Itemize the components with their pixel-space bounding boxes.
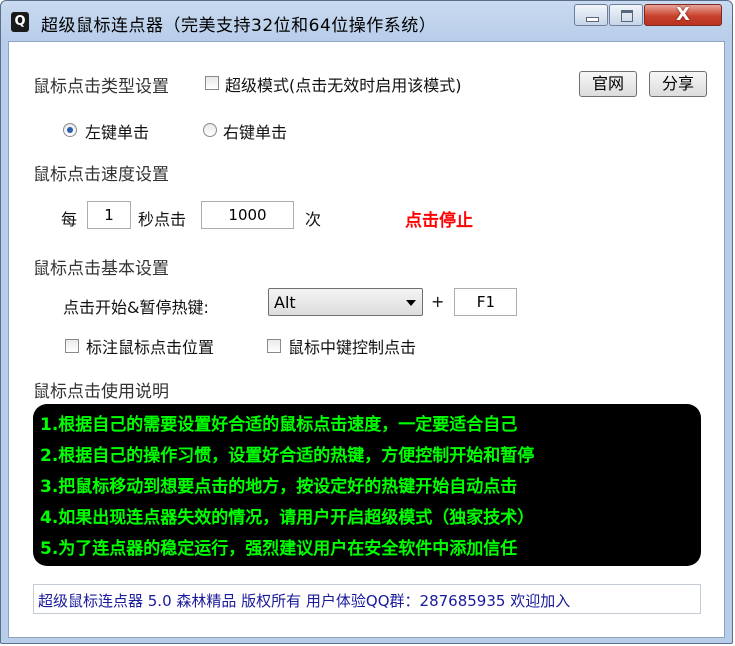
middle-button-checkbox[interactable] bbox=[267, 339, 281, 353]
mark-position-label: 标注鼠标点击位置 bbox=[86, 338, 215, 357]
right-click-label: 右键单击 bbox=[223, 123, 288, 142]
instruction-line: 1.根据自己的需要设置好合适的鼠标点击速度，一定要适合自己 bbox=[40, 415, 518, 435]
speed-section-title: 鼠标点击速度设置 bbox=[33, 165, 169, 185]
seconds-input[interactable]: 1 bbox=[87, 201, 131, 229]
maximize-icon bbox=[621, 10, 633, 22]
close-button[interactable]: X bbox=[644, 4, 722, 26]
super-mode-checkbox[interactable] bbox=[205, 76, 219, 90]
title-bar[interactable]: Q 超级鼠标连点器（完美支持32位和64位操作系统） X bbox=[1, 1, 732, 41]
click-type-section-title: 鼠标点击类型设置 bbox=[33, 77, 169, 97]
instruction-line: 5.为了连点器的稳定运行，强烈建议用户在安全软件中添加信任 bbox=[40, 539, 518, 559]
stop-click-link[interactable]: 点击停止 bbox=[405, 206, 473, 231]
instructions-panel: 1.根据自己的需要设置好合适的鼠标点击速度，一定要适合自己 2.根据自己的操作习… bbox=[33, 404, 701, 566]
per-label: 每 bbox=[61, 210, 78, 229]
middle-button-label: 鼠标中键控制点击 bbox=[288, 338, 417, 357]
hotkey-modifier-select[interactable]: Alt bbox=[268, 288, 423, 316]
maximize-button[interactable] bbox=[609, 4, 643, 26]
client-area: 鼠标点击类型设置 超级模式(点击无效时启用该模式) 官网 分享 左键单击 右键单… bbox=[8, 41, 725, 638]
hotkey-modifier-value: Alt bbox=[274, 293, 296, 312]
mark-position-checkbox[interactable] bbox=[65, 339, 79, 353]
status-bar: 超级鼠标连点器 5.0 森林精品 版权所有 用户体验QQ群：287685935 … bbox=[33, 584, 701, 614]
clicks-input[interactable]: 1000 bbox=[201, 201, 294, 229]
instruction-line: 2.根据自己的操作习惯，设置好合适的热键，方便控制开始和暂停 bbox=[40, 446, 535, 466]
official-site-button[interactable]: 官网 bbox=[579, 71, 637, 97]
window-title: 超级鼠标连点器（完美支持32位和64位操作系统） bbox=[41, 16, 437, 36]
chevron-down-icon bbox=[406, 300, 416, 306]
right-click-radio[interactable] bbox=[203, 123, 217, 137]
minimize-button[interactable] bbox=[574, 4, 608, 26]
left-click-radio[interactable] bbox=[63, 123, 77, 137]
plus-label: + bbox=[431, 292, 445, 311]
left-click-label: 左键单击 bbox=[85, 123, 150, 142]
times-label: 次 bbox=[305, 210, 322, 229]
super-mode-label: 超级模式(点击无效时启用该模式) bbox=[225, 76, 462, 95]
share-button[interactable]: 分享 bbox=[649, 71, 707, 97]
seconds-label: 秒点击 bbox=[138, 210, 187, 229]
minimize-icon bbox=[586, 17, 599, 22]
instructions-section-title: 鼠标点击使用说明 bbox=[33, 382, 169, 402]
hotkey-label: 点击开始&暂停热键: bbox=[63, 298, 209, 317]
close-icon: X bbox=[676, 4, 690, 25]
status-text: 超级鼠标连点器 5.0 森林精品 版权所有 用户体验QQ群：287685935 … bbox=[38, 592, 571, 610]
app-icon: Q bbox=[11, 12, 29, 32]
instruction-line: 3.把鼠标移动到想要点击的地方，按设定好的热键开始自动点击 bbox=[40, 477, 518, 497]
app-window: Q 超级鼠标连点器（完美支持32位和64位操作系统） X 鼠标点击类型设置 超级… bbox=[0, 0, 733, 644]
basic-section-title: 鼠标点击基本设置 bbox=[33, 259, 169, 279]
hotkey-key-input[interactable]: F1 bbox=[454, 288, 517, 316]
instruction-line: 4.如果出现连点器失效的情况，请用户开启超级模式（独家技术） bbox=[40, 508, 535, 528]
